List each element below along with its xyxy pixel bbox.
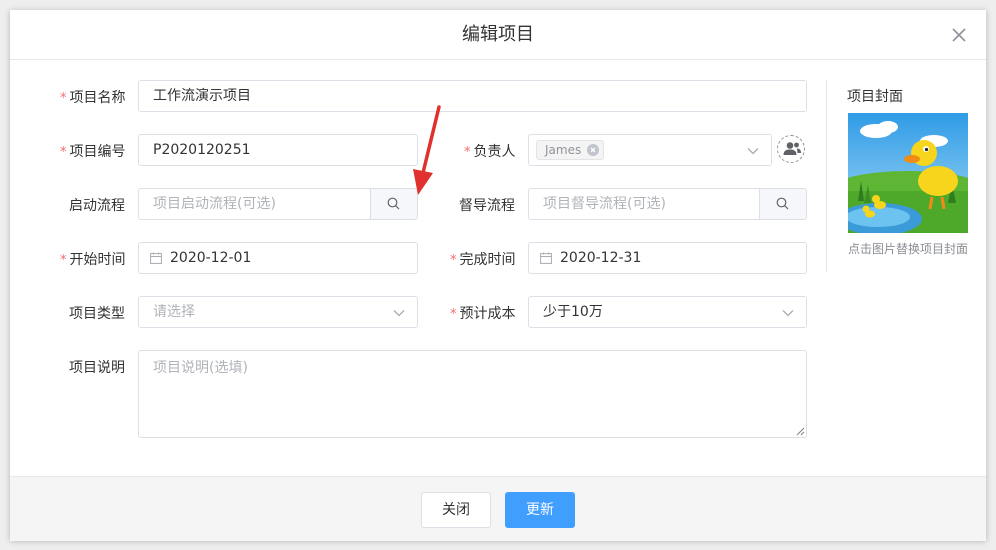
start-flow-label: 启动流程 — [69, 198, 125, 214]
project-type-label: 项目类型 — [69, 306, 125, 322]
required-mark: * — [60, 253, 67, 268]
estimated-cost-label: * 预计成本 — [450, 306, 516, 322]
project-name-label: * 项目名称 — [60, 90, 126, 106]
start-date-input[interactable]: 2020-12-01 — [138, 242, 418, 274]
dialog-header: 编辑项目 — [10, 10, 986, 60]
cover-image[interactable] — [848, 113, 968, 233]
description-label: 项目说明 — [69, 360, 125, 376]
description-textarea[interactable]: 项目说明(选填) — [138, 350, 807, 438]
start-flow-placeholder: 项目启动流程(可选) — [153, 196, 276, 212]
supervise-flow-input[interactable]: 项目督导流程(可选) — [528, 188, 807, 220]
project-code-input[interactable]: P2020120251 — [138, 134, 418, 166]
project-type-select[interactable]: 请选择 — [138, 296, 418, 328]
annotation-arrow-icon — [413, 105, 441, 195]
estimated-cost-select[interactable]: 少于10万 — [528, 296, 807, 328]
project-name-input[interactable]: 工作流演示项目 — [138, 80, 807, 112]
supervise-flow-label: 督导流程 — [459, 198, 515, 214]
add-user-button[interactable] — [777, 135, 805, 163]
end-date-input[interactable]: 2020-12-31 — [528, 242, 807, 274]
required-mark: * — [464, 145, 471, 160]
required-mark: * — [60, 91, 67, 106]
supervise-flow-search-button[interactable] — [759, 189, 806, 219]
close-icon — [952, 28, 966, 42]
supervise-flow-placeholder: 项目督导流程(可选) — [543, 196, 666, 212]
search-icon — [776, 197, 789, 210]
cover-title: 项目封面 — [847, 89, 903, 105]
start-date-value: 2020-12-01 — [170, 250, 252, 266]
project-code-label: * 项目编号 — [60, 144, 126, 160]
update-button[interactable]: 更新 — [505, 492, 575, 528]
end-date-label: * 完成时间 — [450, 252, 516, 268]
start-date-label: * 开始时间 — [60, 252, 126, 268]
owner-tag: James — [536, 140, 605, 160]
dialog-title: 编辑项目 — [462, 24, 534, 45]
owner-label: * 负责人 — [464, 144, 516, 160]
close-icon — [590, 147, 596, 153]
start-flow-input[interactable]: 项目启动流程(可选) — [138, 188, 418, 220]
search-icon — [387, 197, 400, 210]
chevron-down-icon — [747, 148, 759, 155]
close-dialog-button[interactable]: 关闭 — [421, 492, 491, 528]
calendar-icon — [150, 252, 162, 264]
description-placeholder: 项目说明(选填) — [153, 360, 248, 376]
cover-divider — [826, 80, 827, 272]
project-type-placeholder: 请选择 — [153, 304, 195, 320]
tag-remove-button[interactable] — [587, 144, 600, 156]
end-date-value: 2020-12-31 — [560, 250, 642, 266]
add-user-icon — [783, 142, 801, 155]
chevron-down-icon — [393, 310, 405, 317]
required-mark: * — [450, 307, 457, 322]
chevron-down-icon — [782, 310, 794, 317]
required-mark: * — [450, 253, 457, 268]
estimated-cost-value: 少于10万 — [543, 304, 603, 320]
required-mark: * — [60, 145, 67, 160]
edit-project-dialog: 编辑项目 * 项目名称 工作流演示项目 * 项目编号 P2020120251 * 负责… — [10, 10, 986, 541]
owner-select[interactable]: James — [528, 134, 772, 166]
resize-grip-icon[interactable] — [796, 427, 805, 436]
dialog-footer: 关闭 更新 — [10, 476, 986, 541]
calendar-icon — [540, 252, 552, 264]
duck-cover-picture — [848, 113, 968, 233]
cover-hint: 点击图片替换项目封面 — [848, 242, 969, 256]
close-button[interactable] — [950, 26, 968, 44]
